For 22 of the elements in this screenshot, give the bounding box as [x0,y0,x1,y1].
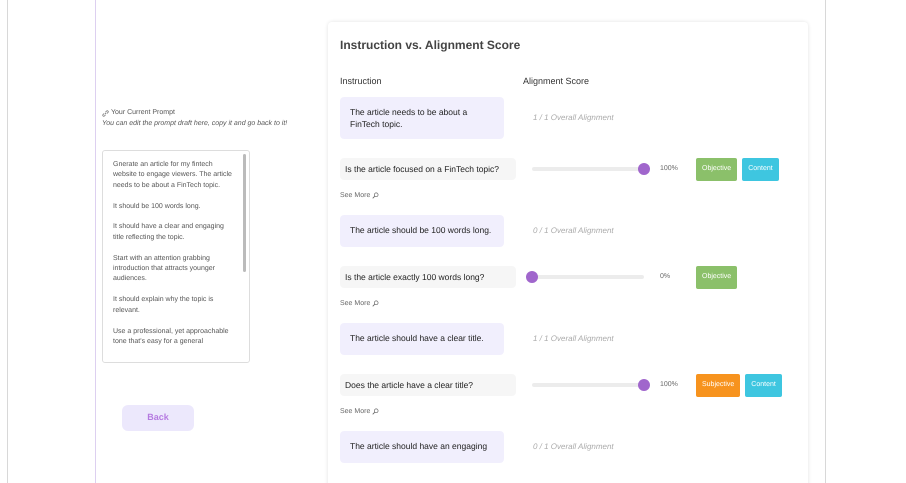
scrollbar-thumb[interactable] [243,154,246,272]
overall-alignment: 0 / 1 Overall Alignment [533,441,614,453]
overall-alignment: 0 / 1 Overall Alignment [533,225,614,237]
link-icon [102,110,109,117]
question-box: Does the article have a clear title? [340,374,516,396]
magnifier-icon [372,192,380,200]
question-box: Is the article exactly 100 words long? [340,266,516,288]
instruction-box: The article should have an engaging [340,431,504,463]
magnifier-icon [372,300,380,308]
slider-thumb[interactable] [638,163,650,176]
magnifier-icon [372,408,380,416]
instruction-box: The article should have a clear title. [340,323,504,355]
column-header: Alignment Score [523,75,590,87]
instruction-box: The article needs to be about a FinTech topic. [340,97,504,139]
overall-alignment: 1 / 1 Overall Alignment [533,112,614,124]
column-header: Instruction [340,75,383,87]
card-title: Instruction vs. Alignment Score [340,37,522,54]
overall-alignment: 1 / 1 Overall Alignment [533,333,614,345]
slider-thumb[interactable] [526,271,538,284]
question-box: Is the article focused on a FinTech topic? [340,158,516,180]
slider-thumb[interactable] [638,379,650,392]
instruction-box: The article should be 100 words long. [340,215,504,247]
